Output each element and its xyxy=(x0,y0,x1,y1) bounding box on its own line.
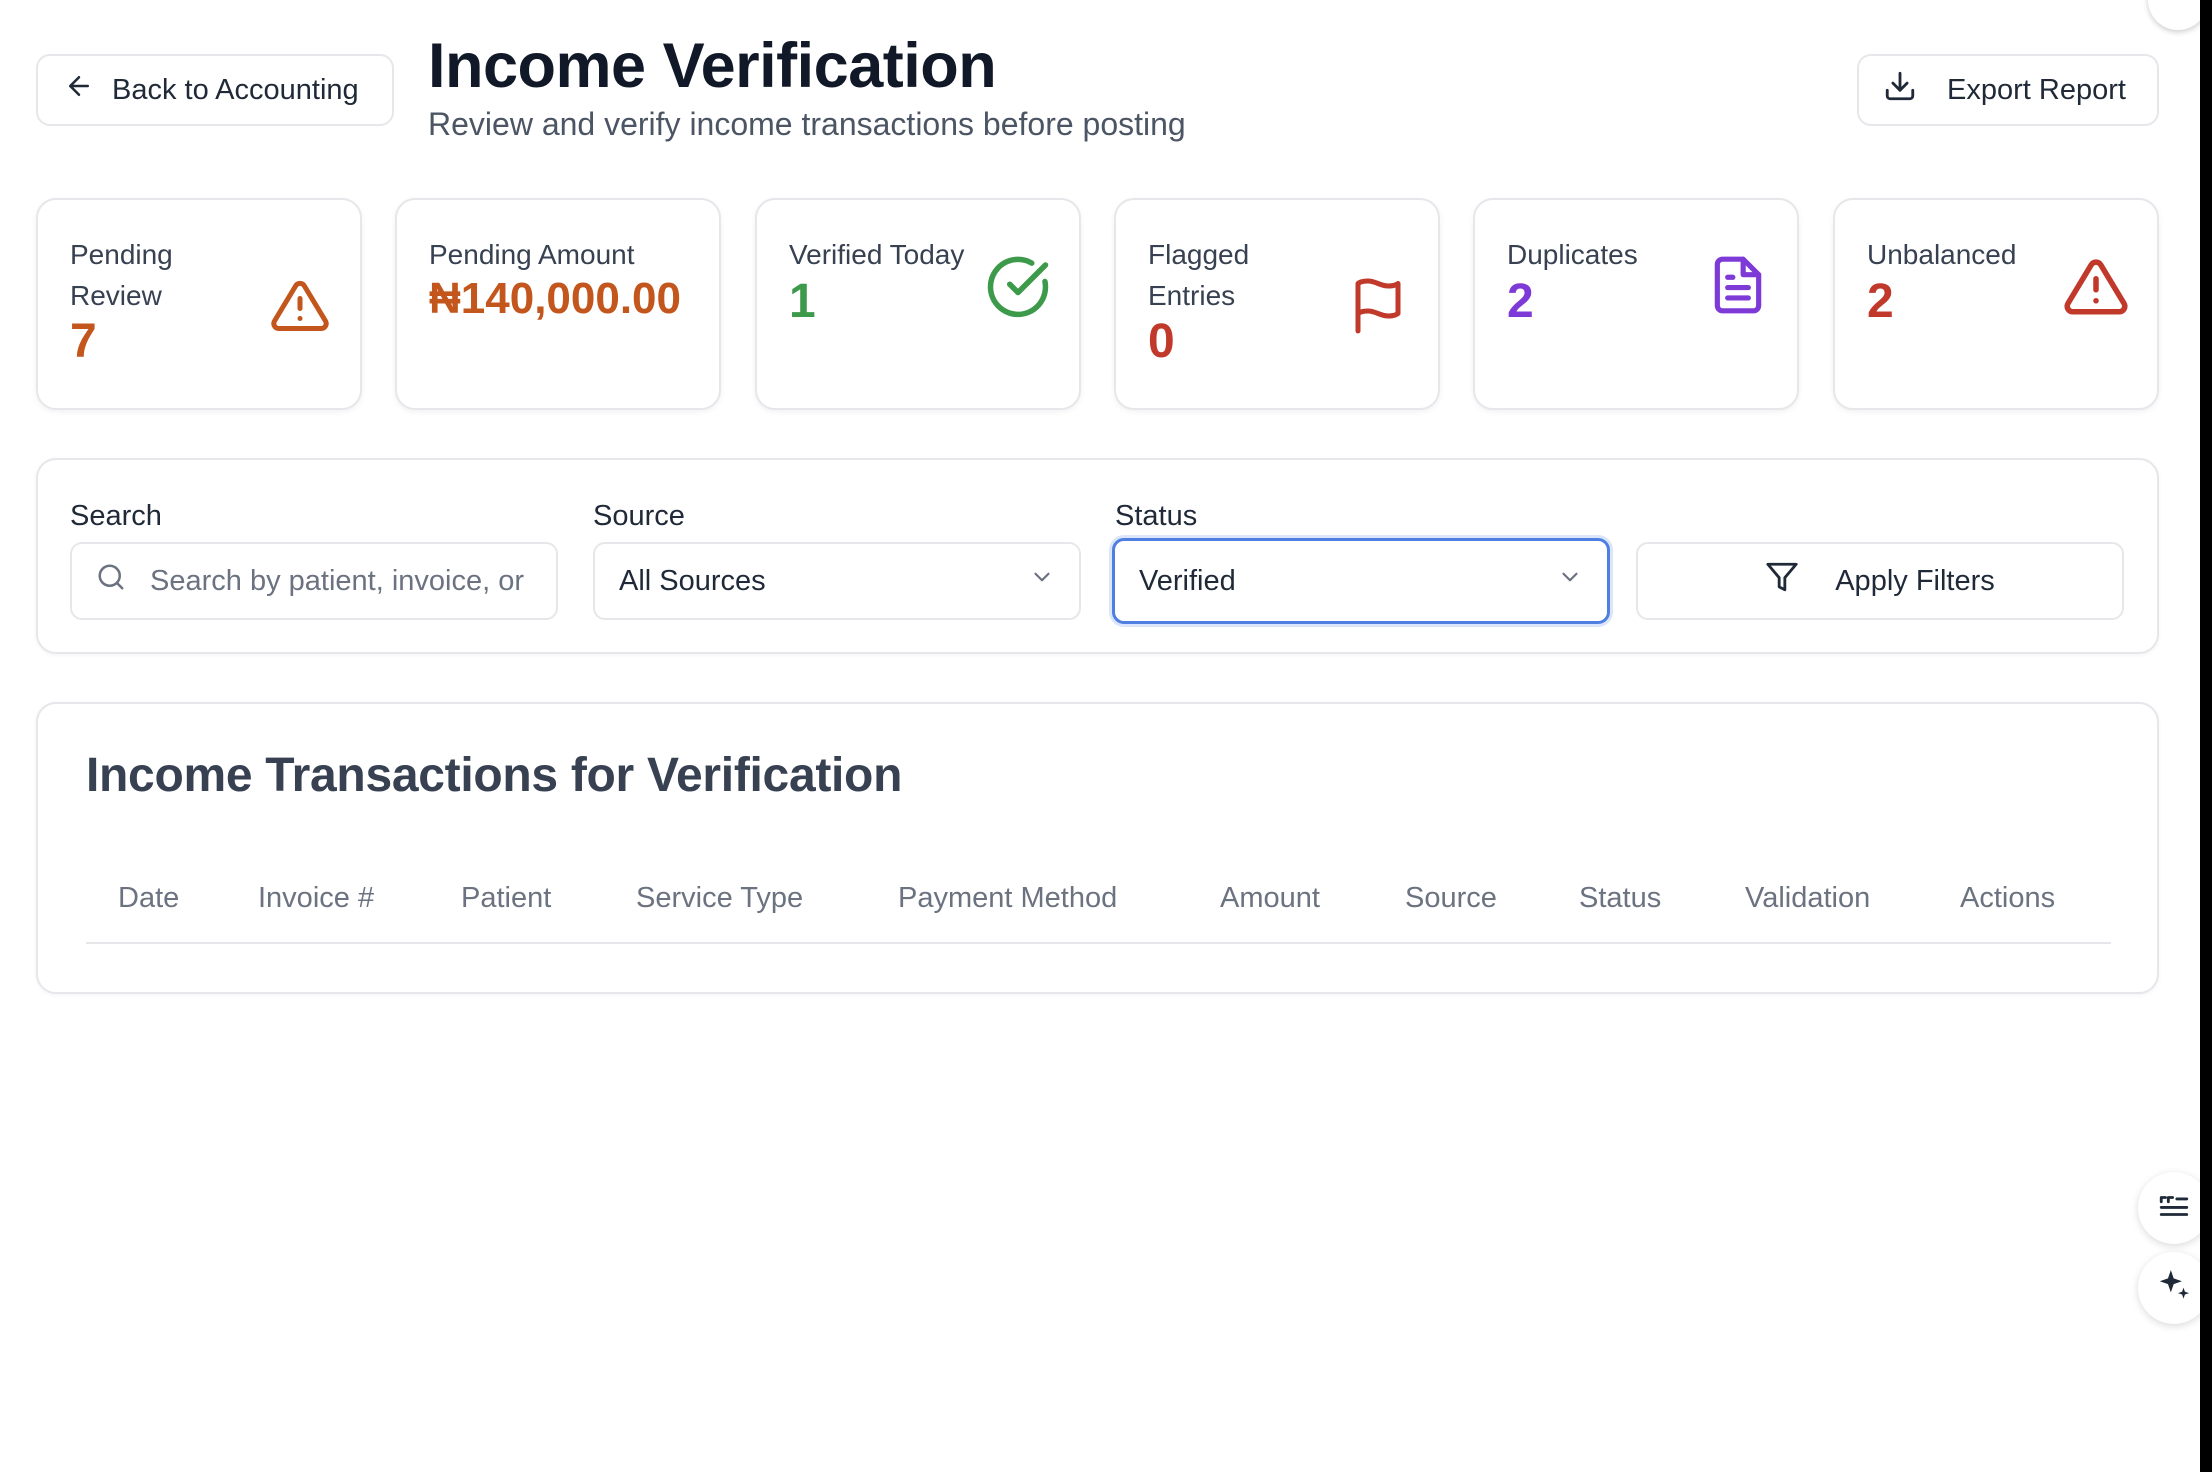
table-header: Date Invoice # Patient Service Type Paym… xyxy=(86,862,2111,944)
flag-icon xyxy=(1348,276,1408,336)
arrow-left-icon xyxy=(64,71,94,109)
status-select[interactable]: Verified xyxy=(1112,538,1610,624)
table-title: Income Transactions for Verification xyxy=(86,749,903,802)
stat-card-flagged-entries: Flagged Entries 0 xyxy=(1114,198,1440,410)
stat-value: ₦140,000.00 xyxy=(429,274,681,323)
status-select-value: Verified xyxy=(1139,564,1236,597)
apply-filters-label: Apply Filters xyxy=(1835,564,1995,597)
search-placeholder: Search by patient, invoice, or xyxy=(150,564,524,597)
back-button-label: Back to Accounting xyxy=(112,73,359,106)
window-edge xyxy=(2200,0,2212,1472)
stat-label: Flagged Entries xyxy=(1148,239,1250,311)
alert-triangle-icon xyxy=(2063,254,2129,320)
page-title: Income Verification xyxy=(428,31,997,101)
source-label: Source xyxy=(593,500,685,532)
stat-value: 7 xyxy=(70,315,97,368)
column-header-date[interactable]: Date xyxy=(118,882,179,915)
export-button-label: Export Report xyxy=(1947,73,2126,106)
column-header-service-type[interactable]: Service Type xyxy=(636,882,803,915)
profile-badge[interactable] xyxy=(2148,0,2208,30)
chevron-down-icon xyxy=(1557,564,1583,598)
chevron-down-icon xyxy=(1029,564,1055,598)
warning-triangle-icon xyxy=(270,276,330,336)
column-header-invoice[interactable]: Invoice # xyxy=(258,882,374,915)
stat-card-duplicates: Duplicates 2 xyxy=(1473,198,1799,410)
export-report-button[interactable]: Export Report xyxy=(1857,54,2159,126)
column-header-actions[interactable]: Actions xyxy=(1960,882,2055,915)
transactions-panel: Income Transactions for Verification Dat… xyxy=(36,702,2159,994)
stat-card-verified-today: Verified Today 1 xyxy=(755,198,1081,410)
stat-card-unbalanced: Unbalanced 2 xyxy=(1833,198,2159,410)
download-icon xyxy=(1883,69,1917,111)
apply-filters-button[interactable]: Apply Filters xyxy=(1636,542,2124,620)
back-to-accounting-button[interactable]: Back to Accounting xyxy=(36,54,394,126)
document-icon xyxy=(1707,254,1769,316)
filter-panel: Search Search by patient, invoice, or So… xyxy=(36,458,2159,654)
sparkle-icon xyxy=(2155,1267,2193,1310)
quote-list-icon xyxy=(2157,1189,2191,1228)
column-header-amount[interactable]: Amount xyxy=(1220,882,1320,915)
stat-value: 1 xyxy=(789,275,816,328)
column-header-source[interactable]: Source xyxy=(1405,882,1497,915)
filter-icon xyxy=(1765,560,1799,602)
page-subtitle: Review and verify income transactions be… xyxy=(428,106,1186,142)
stat-label: Verified Today xyxy=(789,239,965,270)
column-header-validation[interactable]: Validation xyxy=(1745,882,1870,915)
search-input[interactable]: Search by patient, invoice, or xyxy=(70,542,558,620)
search-icon xyxy=(96,562,126,600)
stat-card-pending-amount: Pending Amount ₦140,000.00 xyxy=(395,198,721,410)
stat-value: 2 xyxy=(1867,275,1894,328)
stat-label: Pending Review xyxy=(70,239,173,311)
stat-label: Unbalanced xyxy=(1867,239,2017,270)
column-header-payment-method[interactable]: Payment Method xyxy=(898,882,1117,915)
column-header-patient[interactable]: Patient xyxy=(461,882,551,915)
stat-value: 0 xyxy=(1148,315,1175,368)
column-header-status[interactable]: Status xyxy=(1579,882,1661,915)
search-label: Search xyxy=(70,500,162,532)
source-select-value: All Sources xyxy=(619,564,766,597)
source-select[interactable]: All Sources xyxy=(593,542,1081,620)
stat-label: Pending Amount xyxy=(429,239,635,270)
stat-value: 2 xyxy=(1507,275,1534,328)
stat-card-pending-review: Pending Review 7 xyxy=(36,198,362,410)
status-label: Status xyxy=(1115,500,1198,532)
check-circle-icon xyxy=(985,254,1051,320)
stat-label: Duplicates xyxy=(1507,239,1638,270)
